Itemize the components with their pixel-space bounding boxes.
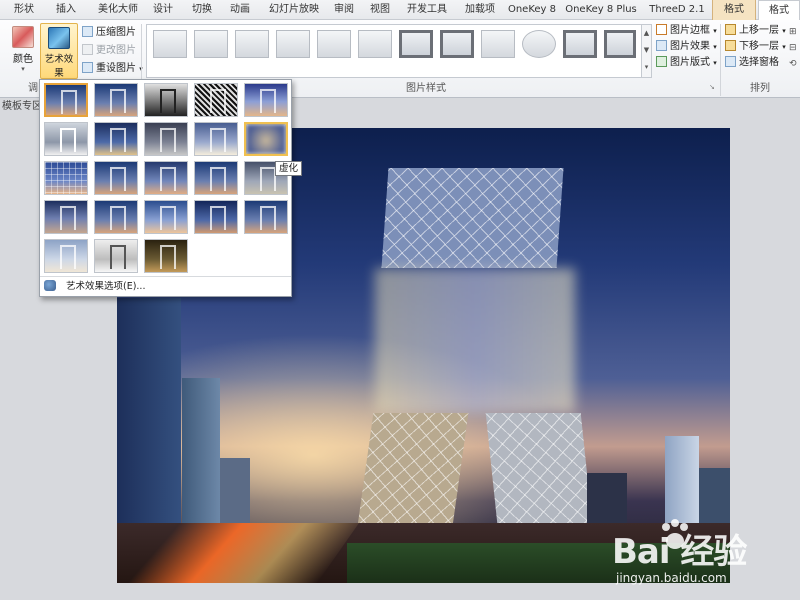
effect-tooltip: 虚化 [275, 161, 303, 176]
styles-scroll[interactable]: ▲ ▼ ▾ [642, 24, 652, 78]
gallery-divider [40, 276, 291, 277]
tab-slideshow[interactable]: 幻灯片放映 [262, 0, 326, 20]
baidu-watermark: Bai 经验 jingyan.baidu.com [604, 514, 800, 600]
picture-border-icon [656, 24, 667, 35]
effect-thumb[interactable] [144, 161, 188, 195]
tab-shape[interactable]: 形状 [4, 0, 44, 20]
align-icons[interactable]: ⊞ ⊟ ⟲ [789, 24, 797, 72]
light-trails [117, 523, 360, 583]
paw-icon [662, 519, 688, 549]
dialog-launcher-icon[interactable]: ↘ [709, 83, 715, 91]
scroll-down-icon[interactable]: ▼ [642, 42, 651, 59]
color-button[interactable]: 颜色 ▾ [8, 26, 38, 73]
picture-layout-button[interactable]: 图片版式 ▾ [656, 55, 717, 71]
picture-effects-button[interactable]: 图片效果 ▾ [656, 39, 717, 55]
main-tower-blurred [375, 268, 575, 413]
gallery-more-icon[interactable]: ▾ [642, 59, 651, 76]
effect-none-thumb[interactable] [44, 83, 88, 117]
picture-style-thumb[interactable] [563, 30, 597, 58]
tab-developer[interactable]: 开发工具 [400, 0, 454, 20]
compress-pictures-button[interactable]: 压缩图片 [82, 25, 136, 41]
effect-thumb[interactable] [44, 122, 88, 156]
bring-forward-icon [725, 24, 736, 35]
picture-style-thumb[interactable] [440, 30, 474, 58]
picture-style-thumb[interactable] [153, 30, 187, 58]
adjust-group-label: 调 [28, 83, 38, 94]
compress-icon [82, 26, 93, 37]
effect-thumb[interactable] [94, 200, 138, 234]
picture-style-thumb[interactable] [358, 30, 392, 58]
tab-format-context[interactable]: 格式 [712, 0, 756, 20]
picture-style-thumb[interactable] [522, 30, 556, 58]
picture-styles-gallery[interactable] [146, 24, 642, 78]
tab-review[interactable]: 审阅 [328, 0, 360, 20]
tab-beautify-master[interactable]: 美化大师 [88, 0, 148, 20]
tab-transitions[interactable]: 切换 [184, 0, 220, 20]
artistic-effects-button[interactable]: 艺术效果 ▾ [40, 23, 78, 87]
effect-thumb[interactable] [244, 200, 288, 234]
artistic-effects-icon [48, 27, 70, 49]
picture-style-thumb[interactable] [604, 30, 636, 58]
effect-thumb[interactable] [94, 239, 138, 273]
color-icon [12, 26, 34, 48]
tab-design[interactable]: 设计 [148, 0, 178, 20]
effect-thumb[interactable] [44, 239, 88, 273]
selection-pane-icon [725, 56, 736, 67]
effect-thumb[interactable] [44, 200, 88, 234]
effect-thumb[interactable] [194, 122, 238, 156]
picture-style-thumb[interactable] [235, 30, 269, 58]
picture-effects-icon [656, 40, 667, 51]
selection-pane-button[interactable]: 选择窗格 [725, 55, 779, 71]
picture-style-thumb[interactable] [276, 30, 310, 58]
effect-blur-thumb[interactable] [244, 122, 288, 156]
ribbon-tab-bar: 形状 插入 美化大师 设计 切换 动画 幻灯片放映 审阅 视图 开发工具 加载项… [0, 0, 800, 21]
artistic-effects-options-item[interactable]: 艺术效果选项(E)... [44, 280, 145, 294]
change-picture-button[interactable]: 更改图片 [82, 43, 136, 59]
tab-onekey8-plus[interactable]: OneKey 8 Plus [562, 0, 640, 20]
effect-thumb[interactable] [94, 122, 138, 156]
scroll-up-icon[interactable]: ▲ [642, 25, 651, 42]
effect-thumb[interactable] [94, 161, 138, 195]
main-tower-right-leg [485, 413, 594, 533]
effect-thumb[interactable] [44, 161, 88, 195]
send-backward-icon [725, 40, 736, 51]
reset-picture-button[interactable]: 重设图片 ▾ [82, 61, 143, 77]
picture-style-thumb[interactable] [194, 30, 228, 58]
effect-thumb[interactable] [94, 83, 138, 117]
tab-threed[interactable]: ThreeD 2.1 [646, 0, 708, 20]
artistic-effects-options-icon [44, 280, 56, 291]
tab-addins[interactable]: 加载项 [458, 0, 502, 20]
arrange-group-label: 排列 [750, 83, 770, 94]
effect-thumb[interactable] [144, 122, 188, 156]
picture-style-thumb[interactable] [399, 30, 433, 58]
effect-thumb[interactable] [244, 83, 288, 117]
effect-thumb[interactable] [144, 200, 188, 234]
change-picture-icon [82, 44, 93, 55]
effect-thumb[interactable] [194, 200, 238, 234]
tab-format-active[interactable]: 格式 [758, 0, 800, 21]
main-tower-left-leg [356, 413, 469, 533]
template-panel-label: 模板专区 [2, 101, 42, 112]
left-building [182, 378, 220, 538]
tab-animations[interactable]: 动画 [222, 0, 258, 20]
tab-view[interactable]: 视图 [364, 0, 396, 20]
effect-thumb[interactable] [144, 83, 188, 117]
picture-style-thumb[interactable] [317, 30, 351, 58]
bring-forward-button[interactable]: 上移一层 ▾ [725, 23, 786, 39]
artistic-effects-gallery[interactable]: 艺术效果选项(E)... [39, 79, 292, 297]
effect-thumb[interactable] [194, 161, 238, 195]
tab-insert[interactable]: 插入 [48, 0, 84, 20]
watermark-url: jingyan.baidu.com [616, 571, 727, 585]
send-backward-button[interactable]: 下移一层 ▾ [725, 39, 786, 55]
effect-thumb[interactable] [194, 83, 238, 117]
picture-border-button[interactable]: 图片边框 ▾ [656, 23, 717, 39]
reset-picture-icon [82, 62, 93, 73]
picture-style-thumb[interactable] [481, 30, 515, 58]
effect-thumb[interactable] [144, 239, 188, 273]
main-tower-top [381, 168, 564, 268]
tab-onekey8[interactable]: OneKey 8 [506, 0, 558, 20]
left-tower [117, 298, 181, 538]
picture-layout-icon [656, 56, 667, 67]
